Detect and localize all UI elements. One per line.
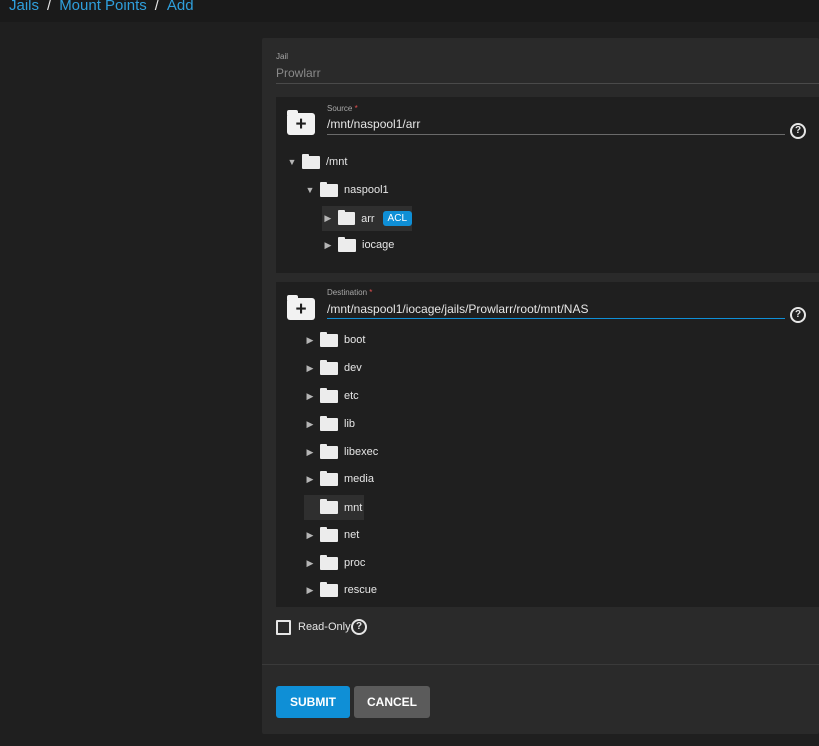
cancel-button[interactable]: CANCEL xyxy=(354,686,430,718)
destination-tree-node-net[interactable]: ▶ net xyxy=(304,524,359,546)
tree-node-label: lib xyxy=(344,418,356,430)
expand-toggle-icon[interactable]: ▶ xyxy=(304,530,316,541)
destination-tree-node-boot[interactable]: ▶ boot xyxy=(304,329,365,351)
expand-toggle-icon[interactable]: ▶ xyxy=(304,335,316,346)
source-input-underline xyxy=(327,134,785,135)
folder-icon xyxy=(320,359,338,375)
tree-node-label: iocage xyxy=(362,239,395,251)
source-tree-node-naspool1[interactable]: ▼ naspool1 xyxy=(304,179,389,201)
expand-toggle-icon[interactable]: ▶ xyxy=(304,558,316,569)
tree-node-label: /mnt xyxy=(326,156,348,168)
read-only-checkbox[interactable] xyxy=(276,620,291,635)
destination-input[interactable]: /mnt/naspool1/iocage/jails/Prowlarr/root… xyxy=(327,302,588,316)
folder-icon xyxy=(320,387,338,403)
tree-node-label: dev xyxy=(344,362,362,374)
tree-node-label: naspool1 xyxy=(344,184,389,196)
folder-icon xyxy=(320,554,338,570)
expand-toggle-icon[interactable]: ▶ xyxy=(322,213,334,224)
source-tree-node-mnt[interactable]: ▼ /mnt xyxy=(286,151,347,173)
destination-label: Destination * xyxy=(327,288,373,297)
tree-node-label: libexec xyxy=(344,446,379,458)
tree-node-label: net xyxy=(344,529,360,541)
destination-tree-node-rescue[interactable]: ▶ rescue xyxy=(304,579,377,601)
jail-label: Jail xyxy=(276,52,289,61)
expand-toggle-icon[interactable]: ▶ xyxy=(304,419,316,430)
tree-node-label: rescue xyxy=(344,584,378,596)
folder-icon xyxy=(320,470,338,486)
source-input[interactable]: /mnt/naspool1/arr xyxy=(327,117,420,131)
folder-icon xyxy=(320,415,338,431)
read-only-help-icon[interactable]: ? xyxy=(351,619,367,635)
breadcrumb-separator: / xyxy=(47,0,52,14)
folder-icon xyxy=(320,181,338,197)
plus-icon: + xyxy=(295,114,307,135)
acl-badge: ACL xyxy=(382,211,412,226)
destination-add-folder-button[interactable]: + xyxy=(287,295,315,320)
tree-node-label: proc xyxy=(344,557,366,569)
tree-node-label: etc xyxy=(344,390,359,402)
source-help-icon[interactable]: ? xyxy=(790,123,806,139)
folder-icon xyxy=(320,526,338,542)
destination-tree-node-mnt[interactable]: mnt xyxy=(304,495,364,520)
destination-tree-node-proc[interactable]: ▶ proc xyxy=(304,552,365,574)
destination-input-underline xyxy=(327,318,785,319)
expand-toggle-icon[interactable]: ▶ xyxy=(322,240,334,251)
source-tree-node-arr[interactable]: ▶ arr ACL xyxy=(322,206,412,231)
folder-icon xyxy=(302,153,320,169)
destination-tree-node-etc[interactable]: ▶ etc xyxy=(304,385,359,407)
read-only-label: Read-Only xyxy=(298,621,351,633)
destination-help-icon[interactable]: ? xyxy=(790,307,806,323)
folder-icon xyxy=(320,581,338,597)
breadcrumb: Jails / Mount Points / Add xyxy=(9,0,194,14)
source-add-folder-button[interactable]: + xyxy=(287,110,315,135)
actions-divider xyxy=(262,664,819,665)
destination-tree-node-libexec[interactable]: ▶ libexec xyxy=(304,441,378,463)
folder-icon xyxy=(338,236,356,252)
expand-toggle-icon[interactable]: ▼ xyxy=(286,157,298,167)
tree-node-label: arr xyxy=(361,212,375,225)
expand-toggle-icon[interactable]: ▶ xyxy=(304,391,316,402)
source-tree-node-iocage[interactable]: ▶ iocage xyxy=(322,234,394,256)
submit-button[interactable]: SUBMIT xyxy=(276,686,350,718)
destination-tree-node-lib[interactable]: ▶ lib xyxy=(304,413,355,435)
expand-toggle-icon[interactable]: ▼ xyxy=(304,185,316,195)
jail-value: Prowlarr xyxy=(276,66,321,80)
folder-icon xyxy=(320,331,338,347)
destination-tree-node-media[interactable]: ▶ media xyxy=(304,468,374,490)
destination-tree-node-dev[interactable]: ▶ dev xyxy=(304,357,362,379)
tree-node-label: media xyxy=(344,473,374,485)
folder-icon xyxy=(337,210,356,225)
breadcrumb-add[interactable]: Add xyxy=(167,0,194,14)
source-label: Source * xyxy=(327,104,358,113)
expand-toggle-icon[interactable]: ▶ xyxy=(304,585,316,596)
breadcrumb-mount-points[interactable]: Mount Points xyxy=(59,0,147,14)
tree-node-label: mnt xyxy=(344,501,363,514)
folder-icon xyxy=(320,443,338,459)
expand-toggle-icon[interactable]: ▶ xyxy=(304,447,316,458)
plus-icon: + xyxy=(295,299,307,320)
expand-toggle-icon[interactable]: ▶ xyxy=(304,474,316,485)
folder-icon xyxy=(320,499,338,514)
expand-toggle-icon[interactable]: ▶ xyxy=(304,363,316,374)
tree-node-label: boot xyxy=(344,334,366,346)
jail-underline xyxy=(276,83,819,84)
breadcrumb-separator: / xyxy=(154,0,159,14)
breadcrumb-jails[interactable]: Jails xyxy=(9,0,39,14)
